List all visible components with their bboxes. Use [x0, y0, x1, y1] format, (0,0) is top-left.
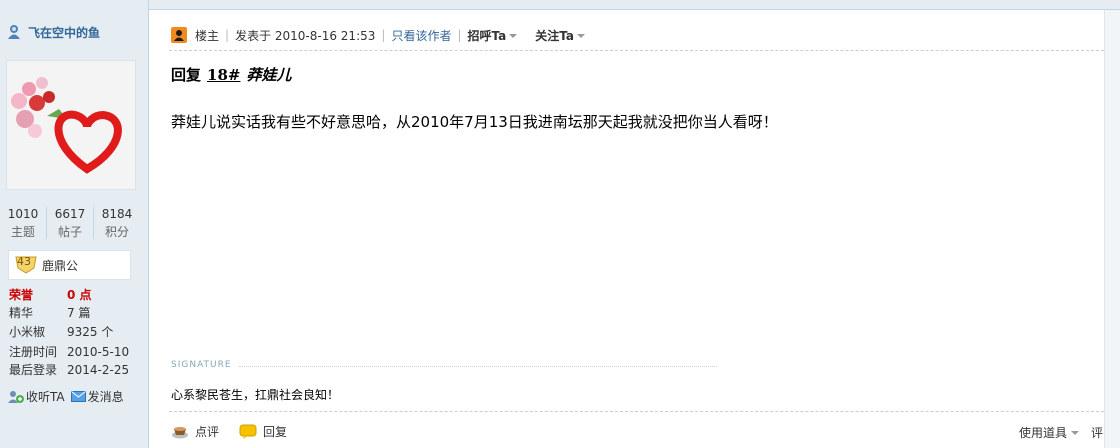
profile-pepper: 小米椒 9325 个: [9, 323, 113, 341]
author-actions: 收听TA 发消息: [8, 388, 130, 405]
signature-divider: [239, 366, 717, 367]
rank-name: 鹿鼎公: [42, 259, 79, 273]
scrollbar[interactable]: [1104, 10, 1120, 448]
stat-threads-value: 1010: [7, 207, 39, 221]
profile-register-key: 注册时间: [9, 345, 58, 359]
header-divider: [169, 50, 1104, 51]
post-footer: 点评 回复: [171, 423, 307, 440]
stat-credits[interactable]: 8184 积分: [94, 205, 140, 241]
avatar[interactable]: [6, 60, 136, 190]
header-separator: |: [457, 28, 462, 42]
avatar-image: [7, 61, 135, 189]
chevron-down-icon: [509, 34, 518, 38]
reply-bubble-icon: [239, 424, 257, 439]
only-author-link[interactable]: 只看该作者: [391, 27, 451, 44]
header-separator: |: [225, 28, 230, 42]
profile-elite: 精华 7 篇: [9, 304, 90, 322]
profile-honor-key: 荣誉: [9, 288, 34, 302]
message-label: 发消息: [87, 390, 124, 404]
use-tools-label: 使用道具: [1019, 426, 1068, 440]
stat-posts-value: 6617: [54, 207, 86, 221]
follow-button[interactable]: 收听TA: [8, 388, 65, 405]
follow-menu[interactable]: 关注Ta: [535, 27, 585, 44]
profile-elite-key: 精华: [9, 306, 34, 320]
stat-posts-label: 帖子: [57, 225, 82, 239]
post-title: 回复 18# 莽娃儿: [171, 64, 291, 85]
comment-label: 点评: [195, 425, 220, 439]
author-stats: 1010 主题 6617 帖子 8184 积分: [0, 205, 148, 241]
profile-register: 注册时间 2010-5-10: [9, 343, 129, 361]
greet-menu[interactable]: 招呼Ta: [468, 27, 518, 44]
signature-label: SIGNATURE: [171, 360, 232, 370]
stat-credits-label: 积分: [104, 225, 129, 239]
stat-posts[interactable]: 6617 帖子: [47, 205, 93, 241]
profile-honor-value: 0 点: [67, 288, 92, 302]
post-content: 莽娃儿说实话我有些不好意思哈，从2010年7月13日我进南坛那天起我就没把你当人…: [171, 113, 778, 131]
footer-divider: [169, 411, 1104, 412]
profile-lastlogin-key: 最后登录: [9, 363, 58, 377]
title-prefix: 回复: [171, 66, 202, 84]
rate-link[interactable]: 评: [1091, 424, 1103, 441]
message-button[interactable]: 发消息: [70, 388, 124, 405]
stat-threads[interactable]: 1010 主题: [0, 205, 46, 241]
title-user: 莽娃儿: [246, 66, 292, 84]
chevron-down-icon: [1071, 430, 1080, 435]
author-sidebar: 飞在空中的鱼 1010 主题 6617 帖子 8184 积分 43 鹿鼎公 荣誉…: [0, 0, 149, 448]
profile-elite-value: 7 篇: [67, 306, 91, 320]
profile-honor: 荣誉 0 点: [9, 286, 92, 304]
stat-threads-label: 主题: [10, 225, 35, 239]
profile-lastlogin-value: 2014-2-25: [67, 363, 130, 377]
profile-pepper-key: 小米椒: [9, 325, 46, 339]
title-floor-link[interactable]: 18#: [207, 66, 240, 84]
profile-pepper-value: 9325 个: [67, 325, 114, 339]
chevron-down-icon: [577, 34, 585, 38]
signature-text: 心系黎民苍生，扛鼎社会良知！: [171, 388, 340, 402]
floor-owner-icon: [171, 27, 187, 43]
profile-lastlogin: 最后登录 2014-2-25: [9, 361, 129, 379]
reply-button[interactable]: 回复: [239, 423, 287, 440]
post-main: 楼主 | 发表于 2010-8-16 21:53 | 只看该作者 | 招呼Ta …: [149, 10, 1120, 448]
use-tools-menu[interactable]: 使用道具: [1019, 424, 1080, 441]
author-name-row[interactable]: 飞在空中的鱼: [6, 22, 100, 42]
follow-icon: [8, 390, 24, 403]
comment-button[interactable]: 点评: [171, 423, 219, 440]
stat-credits-value: 8184: [101, 207, 133, 221]
follow-ta-label: 关注Ta: [535, 28, 574, 43]
comment-cup-icon: [172, 426, 188, 438]
profile-register-value: 2010-5-10: [67, 345, 130, 359]
author-name[interactable]: 飞在空中的鱼: [28, 24, 100, 41]
header-separator: |: [381, 28, 386, 42]
reply-label: 回复: [263, 425, 288, 439]
post-header: 楼主 | 发表于 2010-8-16 21:53 | 只看该作者 | 招呼Ta …: [171, 26, 585, 44]
post-time: 发表于 2010-8-16 21:53: [235, 28, 376, 43]
user-online-icon: [8, 25, 20, 39]
envelope-icon: [70, 391, 86, 402]
rank-box: 43 鹿鼎公: [8, 250, 131, 280]
floor-owner-label: 楼主: [195, 28, 220, 43]
greet-label: 招呼Ta: [467, 28, 507, 43]
follow-label: 收听TA: [26, 390, 65, 404]
rank-level: 43: [17, 255, 31, 268]
